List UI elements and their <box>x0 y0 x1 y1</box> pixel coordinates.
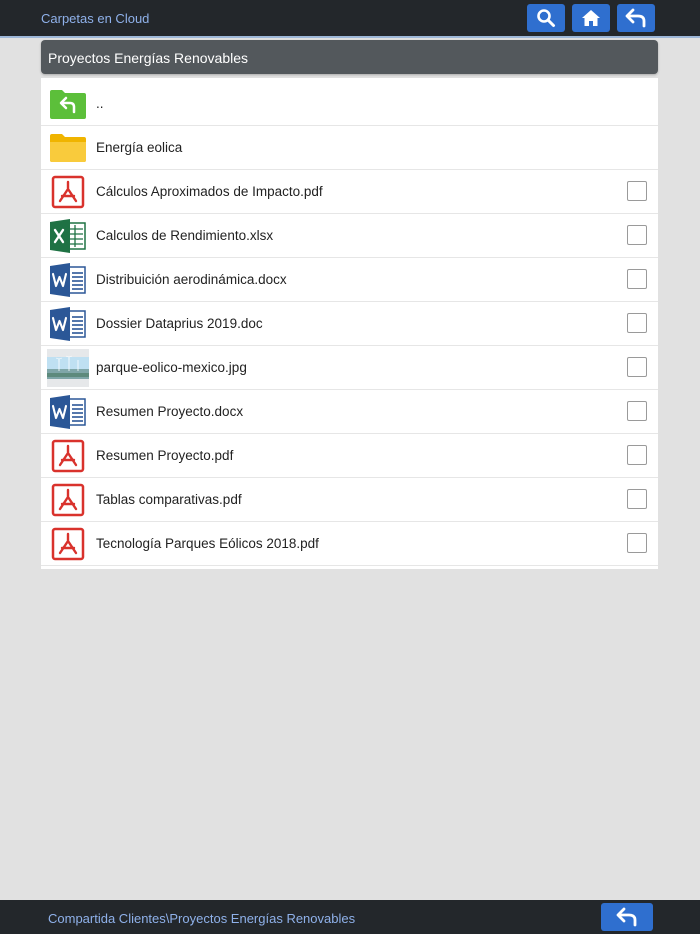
app-title: Carpetas en Cloud <box>41 11 150 26</box>
file-list: .. Energía eolica Cálculos Aproximados d… <box>41 78 658 569</box>
image-thumbnail <box>47 349 89 387</box>
file-row[interactable]: Calculos de Rendimiento.xlsx <box>41 214 658 258</box>
panel-header: Proyectos Energías Renovables <box>41 40 658 74</box>
file-row[interactable]: Tecnología Parques Eólicos 2018.pdf <box>41 522 658 566</box>
file-row[interactable]: Cálculos Aproximados de Impacto.pdf <box>41 170 658 214</box>
bottom-bar: Compartida Clientes\Proyectos Energías R… <box>0 900 700 934</box>
select-checkbox[interactable] <box>627 401 647 421</box>
file-name: .. <box>96 96 104 111</box>
file-name: Calculos de Rendimiento.xlsx <box>96 228 274 243</box>
panel-title: Proyectos Energías Renovables <box>48 50 248 66</box>
home-icon <box>582 10 600 26</box>
pdf-icon <box>47 481 89 519</box>
file-name: Resumen Proyecto.pdf <box>96 448 234 463</box>
folder-row[interactable]: Energía eolica <box>41 126 658 170</box>
select-checkbox[interactable] <box>627 357 647 377</box>
file-name: Dossier Dataprius 2019.doc <box>96 316 263 331</box>
file-name: parque-eolico-mexico.jpg <box>96 360 247 375</box>
file-name: Distribuición aerodinámica.docx <box>96 272 287 287</box>
file-name: Energía eolica <box>96 140 183 155</box>
file-row[interactable]: Distribuición aerodinámica.docx <box>41 258 658 302</box>
pdf-icon <box>47 525 89 563</box>
word-icon <box>47 305 89 343</box>
file-name: Resumen Proyecto.docx <box>96 404 244 419</box>
file-name: Cálculos Aproximados de Impacto.pdf <box>96 184 323 199</box>
select-checkbox[interactable] <box>627 225 647 245</box>
select-checkbox[interactable] <box>627 269 647 289</box>
folder-icon <box>47 129 89 167</box>
top-bar: Carpetas en Cloud <box>0 0 700 38</box>
excel-icon <box>47 217 89 255</box>
file-row[interactable]: Resumen Proyecto.pdf <box>41 434 658 478</box>
current-path: Compartida Clientes\Proyectos Energías R… <box>48 911 356 926</box>
file-name: Tecnología Parques Eólicos 2018.pdf <box>96 536 319 551</box>
file-row[interactable]: Tablas comparativas.pdf <box>41 478 658 522</box>
back-arrow-icon <box>616 907 637 927</box>
file-row[interactable]: Dossier Dataprius 2019.doc <box>41 302 658 346</box>
file-row[interactable]: parque-eolico-mexico.jpg <box>41 346 658 390</box>
pdf-icon <box>47 173 89 211</box>
parent-folder-row[interactable]: .. <box>41 82 658 126</box>
pdf-icon <box>47 437 89 475</box>
select-checkbox[interactable] <box>627 181 647 201</box>
select-checkbox[interactable] <box>627 313 647 333</box>
word-icon <box>47 393 89 431</box>
home-button[interactable] <box>572 4 610 32</box>
back-button[interactable] <box>617 4 655 32</box>
bottom-back-button[interactable] <box>601 903 653 931</box>
select-checkbox[interactable] <box>627 533 647 553</box>
search-icon <box>537 9 555 27</box>
search-button[interactable] <box>527 4 565 32</box>
select-checkbox[interactable] <box>627 445 647 465</box>
folder-up-icon <box>47 85 89 123</box>
back-arrow-icon <box>625 8 646 28</box>
word-icon <box>47 261 89 299</box>
select-checkbox[interactable] <box>627 489 647 509</box>
file-row[interactable]: Resumen Proyecto.docx <box>41 390 658 434</box>
file-name: Tablas comparativas.pdf <box>96 492 242 507</box>
